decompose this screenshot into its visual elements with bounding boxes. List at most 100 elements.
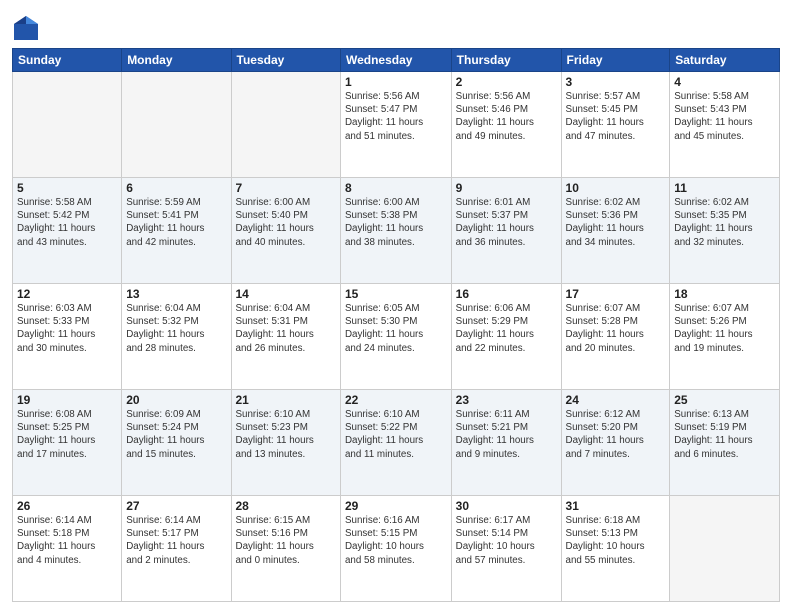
day-number: 1 bbox=[345, 75, 447, 89]
calendar-cell: 19Sunrise: 6:08 AM Sunset: 5:25 PM Dayli… bbox=[13, 390, 122, 496]
calendar-cell bbox=[670, 496, 780, 602]
header bbox=[12, 10, 780, 42]
calendar-cell: 31Sunrise: 6:18 AM Sunset: 5:13 PM Dayli… bbox=[561, 496, 670, 602]
calendar-cell: 23Sunrise: 6:11 AM Sunset: 5:21 PM Dayli… bbox=[451, 390, 561, 496]
calendar-cell: 8Sunrise: 6:00 AM Sunset: 5:38 PM Daylig… bbox=[340, 178, 451, 284]
calendar-week-row: 1Sunrise: 5:56 AM Sunset: 5:47 PM Daylig… bbox=[13, 72, 780, 178]
day-number: 5 bbox=[17, 181, 117, 195]
weekday-header-saturday: Saturday bbox=[670, 49, 780, 72]
calendar-cell: 9Sunrise: 6:01 AM Sunset: 5:37 PM Daylig… bbox=[451, 178, 561, 284]
weekday-header-friday: Friday bbox=[561, 49, 670, 72]
calendar-cell: 24Sunrise: 6:12 AM Sunset: 5:20 PM Dayli… bbox=[561, 390, 670, 496]
day-info: Sunrise: 5:57 AM Sunset: 5:45 PM Dayligh… bbox=[566, 90, 666, 143]
day-info: Sunrise: 6:10 AM Sunset: 5:22 PM Dayligh… bbox=[345, 408, 447, 461]
calendar-cell: 7Sunrise: 6:00 AM Sunset: 5:40 PM Daylig… bbox=[231, 178, 340, 284]
calendar-cell: 10Sunrise: 6:02 AM Sunset: 5:36 PM Dayli… bbox=[561, 178, 670, 284]
calendar-cell: 27Sunrise: 6:14 AM Sunset: 5:17 PM Dayli… bbox=[122, 496, 231, 602]
day-info: Sunrise: 6:15 AM Sunset: 5:16 PM Dayligh… bbox=[236, 514, 336, 567]
calendar-cell: 1Sunrise: 5:56 AM Sunset: 5:47 PM Daylig… bbox=[340, 72, 451, 178]
day-number: 10 bbox=[566, 181, 666, 195]
calendar-week-row: 12Sunrise: 6:03 AM Sunset: 5:33 PM Dayli… bbox=[13, 284, 780, 390]
day-number: 19 bbox=[17, 393, 117, 407]
day-number: 13 bbox=[126, 287, 226, 301]
day-number: 9 bbox=[456, 181, 557, 195]
calendar-cell: 4Sunrise: 5:58 AM Sunset: 5:43 PM Daylig… bbox=[670, 72, 780, 178]
calendar-cell bbox=[13, 72, 122, 178]
day-number: 11 bbox=[674, 181, 775, 195]
calendar-week-row: 19Sunrise: 6:08 AM Sunset: 5:25 PM Dayli… bbox=[13, 390, 780, 496]
day-info: Sunrise: 6:00 AM Sunset: 5:40 PM Dayligh… bbox=[236, 196, 336, 249]
day-number: 26 bbox=[17, 499, 117, 513]
day-info: Sunrise: 6:02 AM Sunset: 5:35 PM Dayligh… bbox=[674, 196, 775, 249]
day-info: Sunrise: 6:02 AM Sunset: 5:36 PM Dayligh… bbox=[566, 196, 666, 249]
day-number: 16 bbox=[456, 287, 557, 301]
calendar-cell: 13Sunrise: 6:04 AM Sunset: 5:32 PM Dayli… bbox=[122, 284, 231, 390]
day-number: 25 bbox=[674, 393, 775, 407]
page: SundayMondayTuesdayWednesdayThursdayFrid… bbox=[0, 0, 792, 612]
day-number: 28 bbox=[236, 499, 336, 513]
logo-icon bbox=[12, 14, 40, 42]
day-info: Sunrise: 6:16 AM Sunset: 5:15 PM Dayligh… bbox=[345, 514, 447, 567]
weekday-header-tuesday: Tuesday bbox=[231, 49, 340, 72]
day-info: Sunrise: 6:12 AM Sunset: 5:20 PM Dayligh… bbox=[566, 408, 666, 461]
calendar-cell bbox=[231, 72, 340, 178]
calendar-cell: 3Sunrise: 5:57 AM Sunset: 5:45 PM Daylig… bbox=[561, 72, 670, 178]
day-number: 29 bbox=[345, 499, 447, 513]
day-info: Sunrise: 6:09 AM Sunset: 5:24 PM Dayligh… bbox=[126, 408, 226, 461]
weekday-header-row: SundayMondayTuesdayWednesdayThursdayFrid… bbox=[13, 49, 780, 72]
calendar-cell: 25Sunrise: 6:13 AM Sunset: 5:19 PM Dayli… bbox=[670, 390, 780, 496]
day-number: 31 bbox=[566, 499, 666, 513]
calendar-cell: 12Sunrise: 6:03 AM Sunset: 5:33 PM Dayli… bbox=[13, 284, 122, 390]
day-info: Sunrise: 6:14 AM Sunset: 5:17 PM Dayligh… bbox=[126, 514, 226, 567]
day-info: Sunrise: 6:04 AM Sunset: 5:31 PM Dayligh… bbox=[236, 302, 336, 355]
calendar-cell: 30Sunrise: 6:17 AM Sunset: 5:14 PM Dayli… bbox=[451, 496, 561, 602]
day-info: Sunrise: 6:07 AM Sunset: 5:26 PM Dayligh… bbox=[674, 302, 775, 355]
day-info: Sunrise: 6:07 AM Sunset: 5:28 PM Dayligh… bbox=[566, 302, 666, 355]
weekday-header-wednesday: Wednesday bbox=[340, 49, 451, 72]
day-number: 22 bbox=[345, 393, 447, 407]
day-info: Sunrise: 6:06 AM Sunset: 5:29 PM Dayligh… bbox=[456, 302, 557, 355]
weekday-header-thursday: Thursday bbox=[451, 49, 561, 72]
calendar-cell bbox=[122, 72, 231, 178]
day-number: 14 bbox=[236, 287, 336, 301]
day-info: Sunrise: 6:18 AM Sunset: 5:13 PM Dayligh… bbox=[566, 514, 666, 567]
calendar-cell: 14Sunrise: 6:04 AM Sunset: 5:31 PM Dayli… bbox=[231, 284, 340, 390]
day-info: Sunrise: 6:13 AM Sunset: 5:19 PM Dayligh… bbox=[674, 408, 775, 461]
day-info: Sunrise: 5:58 AM Sunset: 5:43 PM Dayligh… bbox=[674, 90, 775, 143]
day-number: 15 bbox=[345, 287, 447, 301]
calendar-table: SundayMondayTuesdayWednesdayThursdayFrid… bbox=[12, 48, 780, 602]
calendar-cell: 2Sunrise: 5:56 AM Sunset: 5:46 PM Daylig… bbox=[451, 72, 561, 178]
calendar-cell: 6Sunrise: 5:59 AM Sunset: 5:41 PM Daylig… bbox=[122, 178, 231, 284]
day-info: Sunrise: 6:10 AM Sunset: 5:23 PM Dayligh… bbox=[236, 408, 336, 461]
calendar-cell: 5Sunrise: 5:58 AM Sunset: 5:42 PM Daylig… bbox=[13, 178, 122, 284]
day-number: 20 bbox=[126, 393, 226, 407]
day-number: 12 bbox=[17, 287, 117, 301]
calendar-cell: 15Sunrise: 6:05 AM Sunset: 5:30 PM Dayli… bbox=[340, 284, 451, 390]
weekday-header-monday: Monday bbox=[122, 49, 231, 72]
day-number: 8 bbox=[345, 181, 447, 195]
calendar-cell: 11Sunrise: 6:02 AM Sunset: 5:35 PM Dayli… bbox=[670, 178, 780, 284]
logo bbox=[12, 14, 43, 42]
day-info: Sunrise: 6:11 AM Sunset: 5:21 PM Dayligh… bbox=[456, 408, 557, 461]
day-info: Sunrise: 6:04 AM Sunset: 5:32 PM Dayligh… bbox=[126, 302, 226, 355]
day-info: Sunrise: 6:14 AM Sunset: 5:18 PM Dayligh… bbox=[17, 514, 117, 567]
weekday-header-sunday: Sunday bbox=[13, 49, 122, 72]
calendar-cell: 22Sunrise: 6:10 AM Sunset: 5:22 PM Dayli… bbox=[340, 390, 451, 496]
day-info: Sunrise: 6:00 AM Sunset: 5:38 PM Dayligh… bbox=[345, 196, 447, 249]
calendar-week-row: 5Sunrise: 5:58 AM Sunset: 5:42 PM Daylig… bbox=[13, 178, 780, 284]
day-number: 4 bbox=[674, 75, 775, 89]
calendar-cell: 26Sunrise: 6:14 AM Sunset: 5:18 PM Dayli… bbox=[13, 496, 122, 602]
calendar-cell: 29Sunrise: 6:16 AM Sunset: 5:15 PM Dayli… bbox=[340, 496, 451, 602]
day-info: Sunrise: 6:01 AM Sunset: 5:37 PM Dayligh… bbox=[456, 196, 557, 249]
day-number: 21 bbox=[236, 393, 336, 407]
calendar-cell: 16Sunrise: 6:06 AM Sunset: 5:29 PM Dayli… bbox=[451, 284, 561, 390]
calendar-cell: 28Sunrise: 6:15 AM Sunset: 5:16 PM Dayli… bbox=[231, 496, 340, 602]
day-info: Sunrise: 5:56 AM Sunset: 5:46 PM Dayligh… bbox=[456, 90, 557, 143]
day-info: Sunrise: 6:08 AM Sunset: 5:25 PM Dayligh… bbox=[17, 408, 117, 461]
day-info: Sunrise: 5:56 AM Sunset: 5:47 PM Dayligh… bbox=[345, 90, 447, 143]
calendar-cell: 21Sunrise: 6:10 AM Sunset: 5:23 PM Dayli… bbox=[231, 390, 340, 496]
day-info: Sunrise: 5:58 AM Sunset: 5:42 PM Dayligh… bbox=[17, 196, 117, 249]
day-number: 6 bbox=[126, 181, 226, 195]
calendar-cell: 20Sunrise: 6:09 AM Sunset: 5:24 PM Dayli… bbox=[122, 390, 231, 496]
day-number: 27 bbox=[126, 499, 226, 513]
